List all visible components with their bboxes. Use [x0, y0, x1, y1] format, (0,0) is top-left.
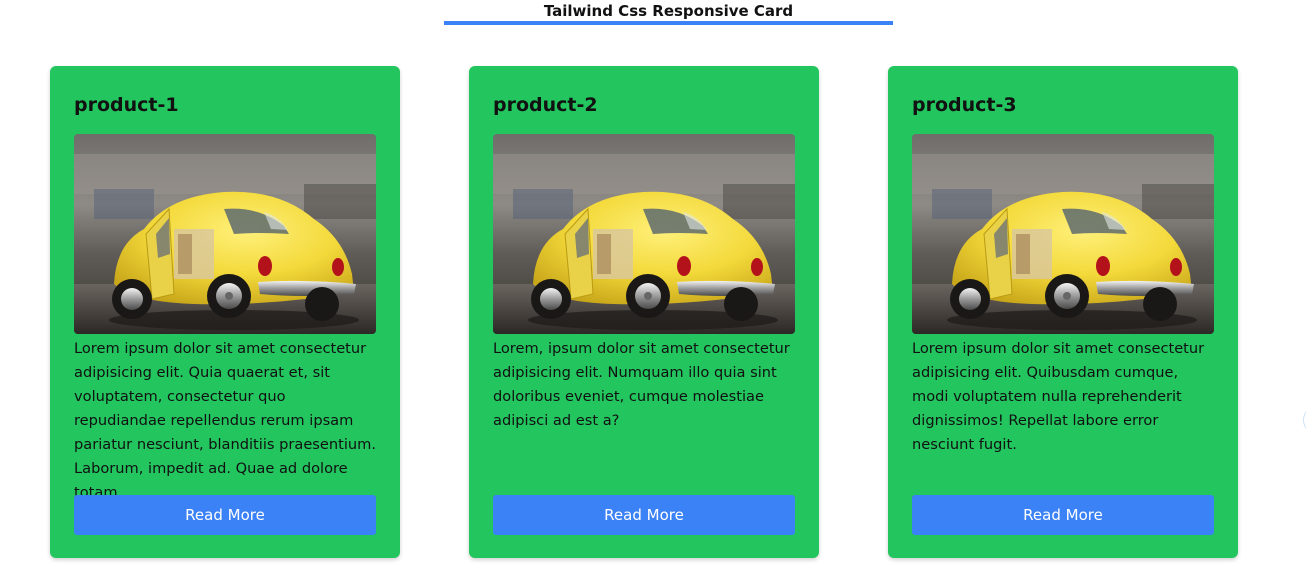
product-card: product-1 Lorem ipsum dolor sit amet con… [50, 66, 400, 558]
read-more-button[interactable]: Read More [74, 495, 376, 535]
card-title: product-3 [912, 94, 1017, 116]
product-image [912, 134, 1214, 334]
product-image [493, 134, 795, 334]
card-title: product-1 [74, 94, 179, 116]
card-grid: product-1 Lorem ipsum dolor sit amet con… [0, 0, 1306, 584]
card-description: Lorem ipsum dolor sit amet consectetur a… [912, 340, 1205, 453]
product-image [74, 134, 376, 334]
product-card: product-2 Lorem, ipsum dolor sit amet co… [469, 66, 819, 558]
read-more-button[interactable]: Read More [493, 495, 795, 535]
read-more-button[interactable]: Read More [912, 495, 1214, 535]
card-description: Lorem ipsum dolor sit amet consectetur a… [74, 340, 377, 501]
card-title: product-2 [493, 94, 598, 116]
product-card: product-3 Lorem ipsum dolor sit amet con… [888, 66, 1238, 558]
card-description: Lorem, ipsum dolor sit amet consectetur … [493, 340, 790, 429]
